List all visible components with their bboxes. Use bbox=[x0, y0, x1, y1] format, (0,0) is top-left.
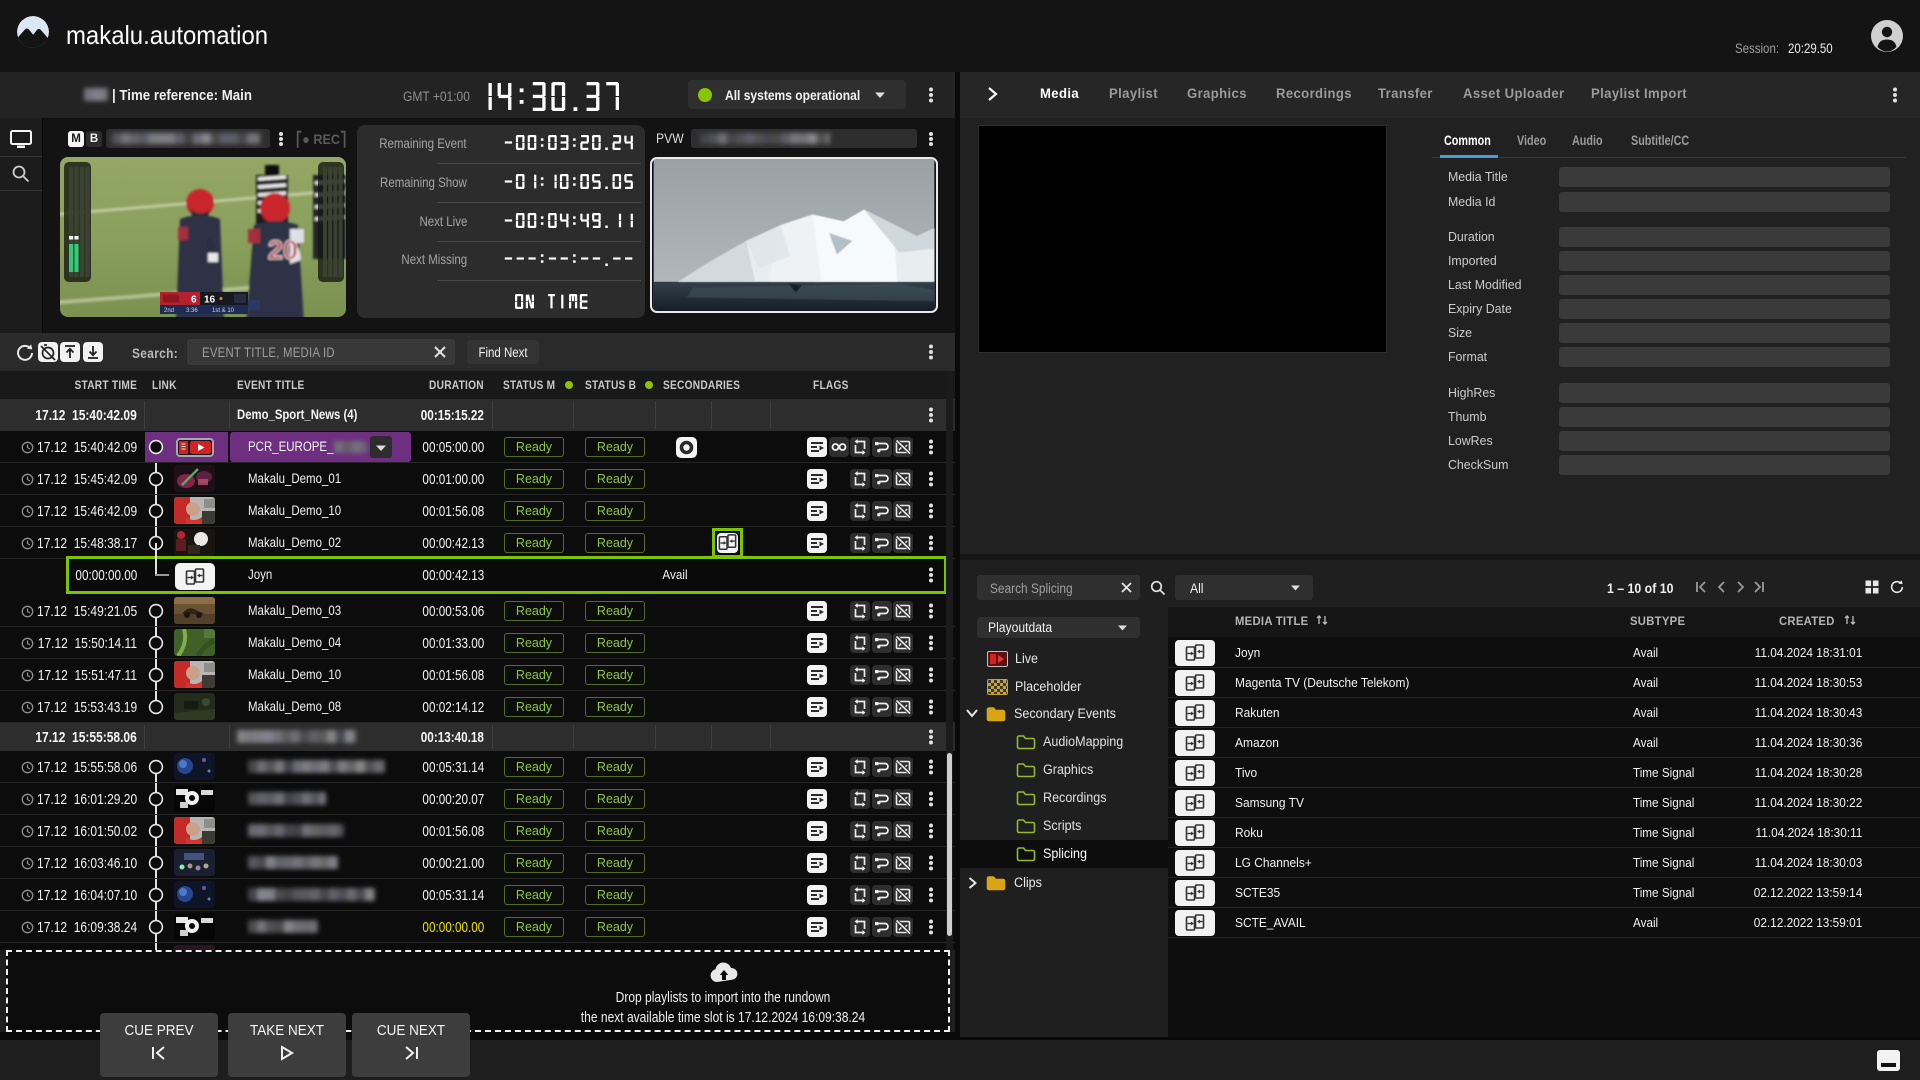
svg-text:3:36: 3:36 bbox=[186, 308, 198, 314]
svg-text:16: 16 bbox=[204, 295, 216, 306]
svg-text:1st & 10: 1st & 10 bbox=[212, 308, 235, 314]
svg-text:20: 20 bbox=[268, 235, 298, 265]
svg-text:6: 6 bbox=[191, 295, 197, 306]
svg-text:2nd: 2nd bbox=[164, 308, 174, 314]
